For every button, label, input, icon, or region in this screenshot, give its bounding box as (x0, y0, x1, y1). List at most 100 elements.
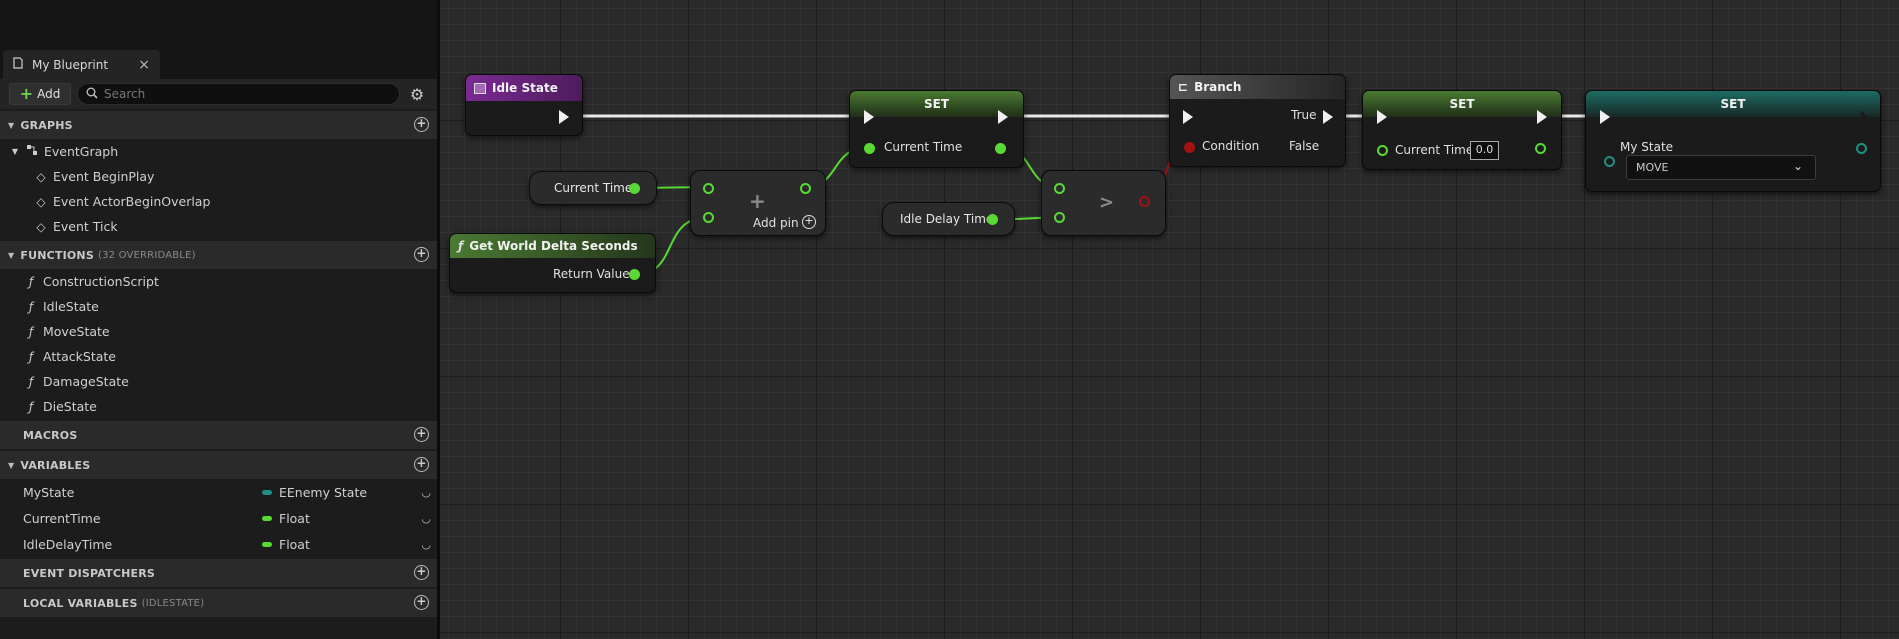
get-idle-delay-time-node[interactable]: Idle Delay Time (882, 202, 1015, 236)
collapse-arrow-icon: ▼ (8, 120, 15, 130)
float-out-pin[interactable] (995, 143, 1006, 154)
float-in-pin-a[interactable] (703, 183, 714, 194)
add-graph-icon[interactable]: + (414, 117, 429, 132)
exec-in-pin[interactable] (1600, 110, 1610, 124)
add-local-variable-icon[interactable]: + (414, 595, 429, 610)
variable-name: MyState (23, 484, 75, 500)
variable-type[interactable]: Float (262, 537, 310, 552)
visibility-eye-icon[interactable]: ◡ (421, 486, 431, 499)
add-dispatcher-icon[interactable]: + (414, 565, 429, 580)
function-item-label: DamageState (43, 374, 129, 389)
true-label: True (1291, 108, 1317, 122)
section-macros[interactable]: MACROS + (0, 421, 437, 449)
exec-false-pin[interactable] (1325, 141, 1335, 155)
variable-item-idledelaytime[interactable]: IdleDelayTime Float ◡ (0, 531, 437, 557)
search-box[interactable] (77, 83, 400, 105)
add-function-icon[interactable]: + (414, 247, 429, 262)
float-in-pin-b[interactable] (703, 212, 714, 223)
exec-in-pin[interactable] (864, 110, 874, 124)
search-icon (86, 87, 98, 102)
graph-item-label: EventGraph (44, 144, 119, 159)
get-world-delta-seconds-node[interactable]: ƒ Get World Delta Seconds Return Value (449, 233, 656, 293)
section-functions-label: FUNCTIONS (20, 248, 94, 262)
my-state-select[interactable]: MOVE ⌄ (1626, 155, 1816, 180)
tab-my-blueprint[interactable]: My Blueprint × (3, 50, 160, 79)
function-icon: ƒ (28, 324, 34, 339)
function-item-attackstate[interactable]: ƒ AttackState (0, 344, 437, 369)
set-my-state-node[interactable]: SET My State MOVE ⌄ (1585, 90, 1881, 192)
function-item-label: MoveState (43, 324, 110, 339)
condition-label: Condition (1202, 139, 1260, 153)
event-item-actorbeginoverlap[interactable]: ◇ Event ActorBeginOverlap (0, 189, 437, 214)
exec-out-pin[interactable] (1861, 110, 1871, 124)
variable-type[interactable]: Float (262, 511, 310, 526)
event-diamond-icon: ◇ (36, 219, 46, 234)
variable-item-currenttime[interactable]: CurrentTime Float ◡ (0, 505, 437, 531)
bool-out-pin[interactable] (1139, 196, 1150, 207)
add-button-label: Add (37, 87, 61, 101)
idle-state-entry-node[interactable]: Idle State (465, 74, 583, 136)
gear-icon[interactable]: ⚙ (406, 85, 428, 104)
add-pin-label[interactable]: Add pin (753, 216, 799, 230)
float-out-pin[interactable] (800, 183, 811, 194)
search-input[interactable] (104, 87, 394, 101)
exec-out-pin[interactable] (998, 110, 1008, 124)
section-variables[interactable]: ▼ VARIABLES + (0, 451, 437, 479)
add-variable-icon[interactable]: + (414, 457, 429, 472)
branch-node[interactable]: ⊏ Branch True Condition False (1169, 74, 1346, 167)
variable-type[interactable]: EEnemy State (262, 485, 367, 500)
section-graphs[interactable]: ▼ GRAPHS + (0, 111, 437, 139)
current-time-value-field[interactable]: 0.0 (1470, 141, 1499, 160)
tab-close-icon[interactable]: × (138, 57, 150, 73)
section-event-dispatchers[interactable]: EVENT DISPATCHERS + (0, 559, 437, 587)
greater-than-node[interactable]: > (1041, 170, 1166, 236)
float-in-pin-a[interactable] (1054, 183, 1065, 194)
function-item-label: ConstructionScript (43, 274, 159, 289)
bool-condition-pin[interactable] (1184, 142, 1195, 153)
compare-operator-symbol: > (1099, 192, 1115, 213)
variable-type-label: Float (279, 536, 310, 552)
set-current-time-zero-node[interactable]: SET Current Time 0.0 (1362, 90, 1562, 170)
function-item-diestate[interactable]: ƒ DieState (0, 394, 437, 419)
float-in-pin[interactable] (1377, 145, 1388, 156)
exec-out-pin[interactable] (559, 110, 569, 124)
enum-in-pin[interactable] (1604, 156, 1615, 167)
float-out-pin[interactable] (987, 214, 998, 225)
float-in-pin[interactable] (864, 143, 875, 154)
graph-item-eventgraph[interactable]: ▼ EventGraph (0, 139, 437, 164)
section-functions[interactable]: ▼ FUNCTIONS (32 OVERRIDABLE) + (0, 241, 437, 269)
float-in-pin-b[interactable] (1054, 212, 1065, 223)
float-out-pin[interactable] (629, 269, 640, 280)
function-item-movestate[interactable]: ƒ MoveState (0, 319, 437, 344)
add-pin-plus-icon[interactable]: + (802, 215, 816, 229)
get-current-time-node[interactable]: Current Time (529, 171, 657, 205)
event-item-beginplay[interactable]: ◇ Event BeginPlay (0, 164, 437, 189)
function-item-damagestate[interactable]: ƒ DamageState (0, 369, 437, 394)
pin-label: My State (1620, 140, 1674, 154)
float-out-pin[interactable] (1535, 143, 1546, 154)
tab-title: My Blueprint (32, 57, 109, 72)
exec-true-pin[interactable] (1323, 110, 1333, 124)
add-button[interactable]: + Add (9, 83, 71, 105)
variable-name: CurrentTime (23, 510, 101, 526)
add-operator-symbol: + (749, 189, 766, 213)
visibility-eye-icon[interactable]: ◡ (421, 512, 431, 525)
function-item-constructionscript[interactable]: ƒ ConstructionScript (0, 269, 437, 294)
exec-in-pin[interactable] (1183, 110, 1193, 124)
visibility-eye-icon[interactable]: ◡ (421, 538, 431, 551)
exec-out-pin[interactable] (1537, 110, 1547, 124)
enum-out-pin[interactable] (1856, 143, 1867, 154)
add-macro-icon[interactable]: + (414, 427, 429, 442)
function-icon: ƒ (28, 349, 34, 364)
float-out-pin[interactable] (629, 183, 640, 194)
float-type-pill-icon (262, 515, 272, 521)
variable-item-mystate[interactable]: MyState EEnemy State ◡ (0, 479, 437, 505)
my-blueprint-panel: My Blueprint × + Add ⚙ ▼ GRAPHS + ▼ Even… (0, 0, 437, 639)
section-local-variables[interactable]: LOCAL VARIABLES (IDLESTATE) + (0, 589, 437, 617)
event-item-tick[interactable]: ◇ Event Tick (0, 214, 437, 239)
exec-in-pin[interactable] (1377, 110, 1387, 124)
add-float-node[interactable]: + Add pin + (690, 170, 826, 236)
set-current-time-node[interactable]: SET Current Time (849, 90, 1024, 168)
function-item-idlestate[interactable]: ƒ IdleState (0, 294, 437, 319)
plus-icon: + (19, 84, 34, 103)
